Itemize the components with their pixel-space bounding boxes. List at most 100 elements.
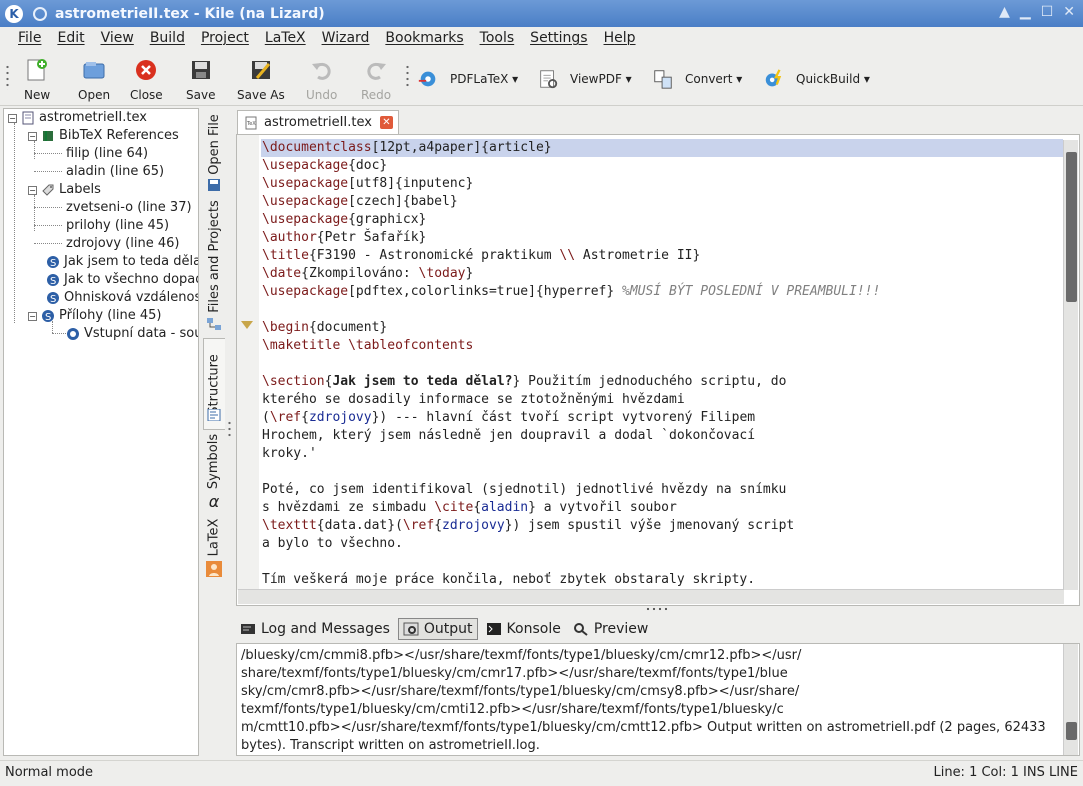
tab-output[interactable]: Output <box>397 618 478 640</box>
menu-build[interactable]: Build <box>142 30 193 46</box>
redo-icon <box>367 62 387 80</box>
tree-section[interactable]: S Jak to všechno dopad <box>46 271 198 289</box>
code-line[interactable]: (\ref{zdrojovy}) --- hlavní část tvoří s… <box>261 409 1063 427</box>
code-line[interactable] <box>261 463 1063 481</box>
fold-marker-icon[interactable] <box>241 321 253 329</box>
tab-files-and-projects[interactable]: Files and Projects <box>203 196 225 316</box>
tab-konsole[interactable]: Konsole <box>482 619 565 639</box>
tab-open-file[interactable]: Open File <box>203 112 225 176</box>
open-button[interactable]: Open <box>78 58 110 102</box>
code-line[interactable]: \author{Petr Šafařík} <box>261 229 1063 247</box>
tab-latex[interactable]: LaTeX <box>203 514 225 560</box>
code-line[interactable]: \title{F3190 - Astronomické praktikum \\… <box>261 247 1063 265</box>
sticky-pin-icon[interactable] <box>33 6 47 21</box>
save-as-icon <box>251 61 270 79</box>
tree-section[interactable]: S Ohnisková vzdálenost <box>46 289 198 307</box>
menu-wizard[interactable]: Wizard <box>314 30 378 46</box>
menu-edit[interactable]: Edit <box>49 30 92 46</box>
menu-help[interactable]: Help <box>596 30 644 46</box>
shade-icon[interactable]: ▲ <box>999 4 1010 20</box>
scrollbar-thumb[interactable] <box>1066 152 1077 302</box>
menu-latex[interactable]: LaTeX <box>257 30 314 46</box>
tree-root[interactable]: − astrometrieII.tex <box>8 109 147 127</box>
code-line[interactable]: Tím veškerá moje práce končila, neboť zb… <box>261 571 1063 589</box>
tree-section-prilohy[interactable]: − S Přílohy (line 45) <box>28 307 161 325</box>
svg-text:S: S <box>50 258 56 269</box>
editor-tab[interactable]: TeX astrometrieII.tex ✕ <box>237 110 399 134</box>
code-line[interactable]: \date{Zkompilováno: \today} <box>261 265 1063 283</box>
pdflatex-gear-icon <box>418 71 436 87</box>
tree-bibtex[interactable]: − BibTeX References <box>28 127 179 145</box>
tab-log-and-messages[interactable]: Log and Messages <box>236 619 394 639</box>
code-line[interactable]: kroky.' <box>261 445 1063 463</box>
redo-button[interactable]: Redo <box>361 58 391 102</box>
collapse-icon[interactable]: − <box>28 185 37 195</box>
code-line[interactable]: \section{Jak jsem to teda dělal?} Použit… <box>261 373 1063 391</box>
scrollbar-thumb[interactable] <box>1066 722 1077 740</box>
code-line[interactable]: Hrochem, který jsem následně jen douprav… <box>261 427 1063 445</box>
menu-view[interactable]: View <box>93 30 142 46</box>
minimize-icon[interactable]: ▁ <box>1020 4 1031 20</box>
save-button[interactable]: Save <box>186 58 215 102</box>
new-button[interactable]: New <box>24 58 50 102</box>
code-line[interactable]: \usepackage[utf8]{inputenc} <box>261 175 1063 193</box>
code-line[interactable]: \usepackage{doc} <box>261 157 1063 175</box>
quickbuild-button[interactable]: QuickBuild ▾ <box>762 68 870 90</box>
menu-tools[interactable]: Tools <box>472 30 523 46</box>
collapse-icon[interactable]: − <box>8 113 17 123</box>
code-line[interactable] <box>261 553 1063 571</box>
tree-labels[interactable]: − Labels <box>28 181 101 199</box>
horizontal-splitter-grip[interactable] <box>645 607 667 611</box>
collapse-icon[interactable]: − <box>28 311 37 321</box>
code-area[interactable]: \documentclass[12pt,a4paper]{article} \us… <box>261 139 1063 589</box>
splitter-grip[interactable] <box>228 420 231 440</box>
tree-bib-item[interactable]: aladin (line 65) <box>66 163 164 181</box>
editor-horizontal-scrollbar[interactable] <box>238 589 1064 604</box>
tree-label-item[interactable]: zdrojovy (line 46) <box>66 235 179 253</box>
code-editor[interactable]: \documentclass[12pt,a4paper]{article} \us… <box>236 134 1080 606</box>
pdflatex-button[interactable]: PDFLaTeX ▾ <box>416 68 518 90</box>
code-line[interactable]: \documentclass[12pt,a4paper]{article} <box>261 139 1063 157</box>
kile-app-icon[interactable]: K <box>5 4 23 23</box>
code-line[interactable]: kterého se dosadily informace se ztotožn… <box>261 391 1063 409</box>
convert-button[interactable]: Convert ▾ <box>651 68 742 90</box>
toolbar-grip[interactable] <box>6 64 9 90</box>
code-line[interactable] <box>261 301 1063 319</box>
close-tab-icon[interactable]: ✕ <box>379 116 393 129</box>
code-line[interactable]: \begin{document} <box>261 319 1063 337</box>
tree-section[interactable]: S Jak jsem to teda dělal <box>46 253 198 271</box>
tab-preview[interactable]: Preview <box>569 619 653 639</box>
code-line[interactable]: \maketitle \tableofcontents <box>261 337 1063 355</box>
collapse-icon[interactable]: − <box>28 131 37 141</box>
tree-subsection[interactable]: Vstupní data - sou <box>66 325 198 343</box>
output-panel[interactable]: /bluesky/cm/cmmi8.pfb></usr/share/texmf/… <box>236 643 1080 756</box>
output-vertical-scrollbar[interactable] <box>1063 644 1078 755</box>
close-window-icon[interactable]: ✕ <box>1063 4 1075 20</box>
save-as-button[interactable]: Save As <box>237 58 285 102</box>
chevron-down-icon: ▾ <box>732 72 743 86</box>
code-line[interactable]: \usepackage[pdftex,colorlinks=true]{hype… <box>261 283 1063 301</box>
code-line[interactable]: Poté, co jsem identifikoval (sjednotil) … <box>261 481 1063 499</box>
viewpdf-button[interactable]: ViewPDF ▾ <box>536 68 632 90</box>
code-line[interactable]: \texttt{data.dat}(\ref{zdrojovy}) jsem s… <box>261 517 1063 535</box>
menu-project[interactable]: Project <box>193 30 257 46</box>
maximize-icon[interactable]: ☐ <box>1041 4 1054 20</box>
user-avatar-icon <box>203 560 225 578</box>
tree-label-item[interactable]: prilohy (line 45) <box>66 217 169 235</box>
tree-bib-item[interactable]: filip (line 64) <box>66 145 148 163</box>
tab-symbols[interactable]: Symbols <box>203 430 225 492</box>
code-line[interactable]: \usepackage{graphicx} <box>261 211 1063 229</box>
undo-button[interactable]: Undo <box>306 58 337 102</box>
code-line[interactable]: s hvězdami ze simbadu \cite{aladin} a vy… <box>261 499 1063 517</box>
editor-vertical-scrollbar[interactable] <box>1063 140 1078 590</box>
code-line[interactable]: \usepackage[czech]{babel} <box>261 193 1063 211</box>
menu-file[interactable]: File <box>10 30 49 46</box>
close-button[interactable]: Close <box>130 58 163 102</box>
tree-label-item[interactable]: zvetseni-o (line 37) <box>66 199 192 217</box>
toolbar-grip-2[interactable] <box>406 64 409 90</box>
code-line[interactable]: a bylo to všechno. <box>261 535 1063 553</box>
menu-settings[interactable]: Settings <box>522 30 595 46</box>
editor-gutter <box>237 135 259 590</box>
menu-bookmarks[interactable]: Bookmarks <box>377 30 471 46</box>
code-line[interactable] <box>261 355 1063 373</box>
